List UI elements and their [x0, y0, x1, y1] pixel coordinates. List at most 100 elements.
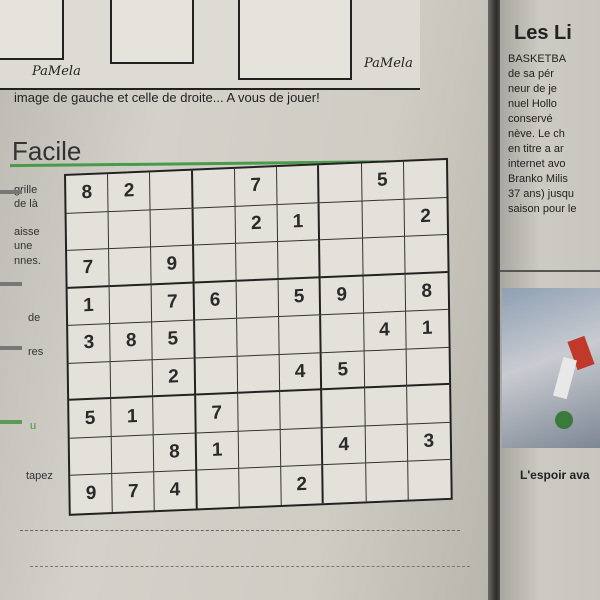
sudoku-cell: [321, 313, 365, 353]
scan-stripe: [0, 346, 22, 350]
skier-illustration: [553, 335, 595, 429]
sudoku-cell: 7: [112, 472, 156, 512]
sudoku-cell: [365, 424, 408, 464]
sudoku-cell: [364, 349, 407, 389]
sudoku-cell: 9: [320, 276, 364, 316]
sudoku-cell: [150, 208, 194, 248]
sudoku-cell: 1: [277, 202, 321, 243]
sudoku-cell: [363, 274, 406, 314]
sudoku-cell: [69, 436, 113, 477]
sudoku-cell: 5: [69, 399, 112, 439]
sudoku-cell: [365, 462, 409, 502]
article-line: neur de je: [508, 83, 557, 95]
side-word: de: [28, 312, 41, 324]
sudoku-cell: 2: [235, 204, 279, 244]
comic-panel-box: [238, 0, 352, 80]
scan-stripe: [0, 190, 22, 194]
sudoku-cell: [150, 170, 194, 210]
sudoku-cell: [68, 361, 112, 402]
sudoku-puzzle: 8275212791765983854124551781439742: [64, 157, 453, 516]
cut-line: [20, 530, 460, 531]
scan-stripe: [0, 282, 22, 286]
article-title: Les Li: [514, 22, 572, 44]
side-word: aisse: [14, 226, 40, 238]
sudoku-cell: [278, 240, 321, 280]
scan-stripe: [0, 420, 22, 424]
sudoku-cell: 2: [404, 197, 448, 237]
sudoku-cell: [110, 360, 154, 400]
sudoku-cell: [280, 390, 324, 430]
sudoku-cell: [195, 356, 239, 396]
sudoku-cell: [153, 395, 197, 436]
side-word: nnes.: [14, 255, 41, 267]
sudoku-cell: [108, 209, 152, 250]
sudoku-cell: 6: [194, 281, 237, 321]
sudoku-cell: 3: [68, 324, 111, 364]
sudoku-cell: 3: [407, 422, 451, 463]
comic-signature-left: PaMela: [32, 64, 81, 79]
sudoku-cell: 8: [66, 174, 109, 214]
sudoku-cell: 9: [151, 245, 195, 285]
sudoku-cell: [236, 279, 280, 319]
sudoku-cell: 7: [234, 167, 278, 207]
comic-caption: image de gauche et celle de droite... A …: [14, 90, 320, 105]
article-divider: [500, 270, 600, 272]
sudoku-cell: 5: [361, 161, 405, 202]
side-word: res: [28, 346, 44, 358]
sudoku-cell: [322, 388, 366, 429]
sudoku-cell: [109, 284, 153, 325]
sudoku-cell: [406, 347, 450, 387]
article-line: nuel Hollo: [508, 98, 557, 110]
sudoku-cell: [320, 238, 364, 278]
article-line: conservé: [508, 113, 553, 125]
photo-caption: L'espoir ava: [520, 468, 590, 482]
sudoku-cell: [364, 386, 408, 427]
sudoku-cell: [237, 354, 281, 395]
sudoku-cell: [408, 460, 451, 499]
sudoku-cell: 4: [323, 426, 366, 466]
section-title: Facile: [12, 136, 82, 166]
sports-photo: [502, 288, 600, 448]
article-line: internet avo: [508, 158, 566, 170]
sudoku-cell: [323, 463, 367, 504]
article-line: BASKETBA: [508, 53, 567, 65]
article-line: 37 ans) jusqu: [508, 188, 575, 200]
sudoku-cell: [277, 165, 320, 205]
sudoku-cell: [319, 201, 363, 241]
article-line: de sa pér: [508, 68, 554, 80]
sudoku-cell: 7: [152, 283, 195, 323]
sudoku-cell: [362, 236, 406, 277]
sudoku-cell: 5: [321, 351, 365, 391]
sudoku-cell: [193, 243, 237, 284]
sudoku-cell: 8: [110, 322, 154, 362]
comic-strip: PaMela PaMela: [0, 0, 420, 90]
article-text: BASKETBA de sa pér neur de je nuel Hollo…: [508, 52, 577, 217]
sudoku-cell: 7: [195, 394, 239, 434]
side-word: une: [14, 240, 33, 252]
sudoku-cell: [406, 385, 450, 425]
sudoku-cell: [235, 242, 279, 282]
cut-line: [30, 566, 470, 567]
sudoku-cell: [193, 206, 236, 246]
newspaper-right-page: Les Li BASKETBA de sa pér neur de je nue…: [500, 0, 600, 600]
sudoku-cell: 2: [153, 358, 196, 398]
sudoku-cell: [109, 247, 153, 287]
side-word: de là: [14, 198, 38, 210]
sudoku-cell: 1: [111, 397, 155, 437]
sudoku-cell: 8: [154, 433, 197, 473]
sudoku-cell: [192, 168, 236, 209]
sudoku-cell: 1: [405, 310, 449, 350]
sudoku-cell: 4: [154, 470, 198, 511]
sudoku-cell: [403, 159, 447, 200]
sudoku-grid: 8275212791765983854124551781439742: [64, 157, 453, 516]
sudoku-cell: 9: [70, 474, 113, 514]
comic-signature-right: PaMela: [364, 56, 413, 71]
article-line: nève. Le ch: [508, 128, 565, 140]
article-line: en titre a ar: [508, 143, 564, 155]
sudoku-cell: [194, 318, 238, 359]
sudoku-cell: [196, 469, 240, 509]
sudoku-cell: 4: [279, 352, 323, 393]
sudoku-cell: 5: [278, 277, 322, 318]
comic-panel-left: [0, 0, 64, 60]
sudoku-cell: 2: [281, 465, 325, 505]
